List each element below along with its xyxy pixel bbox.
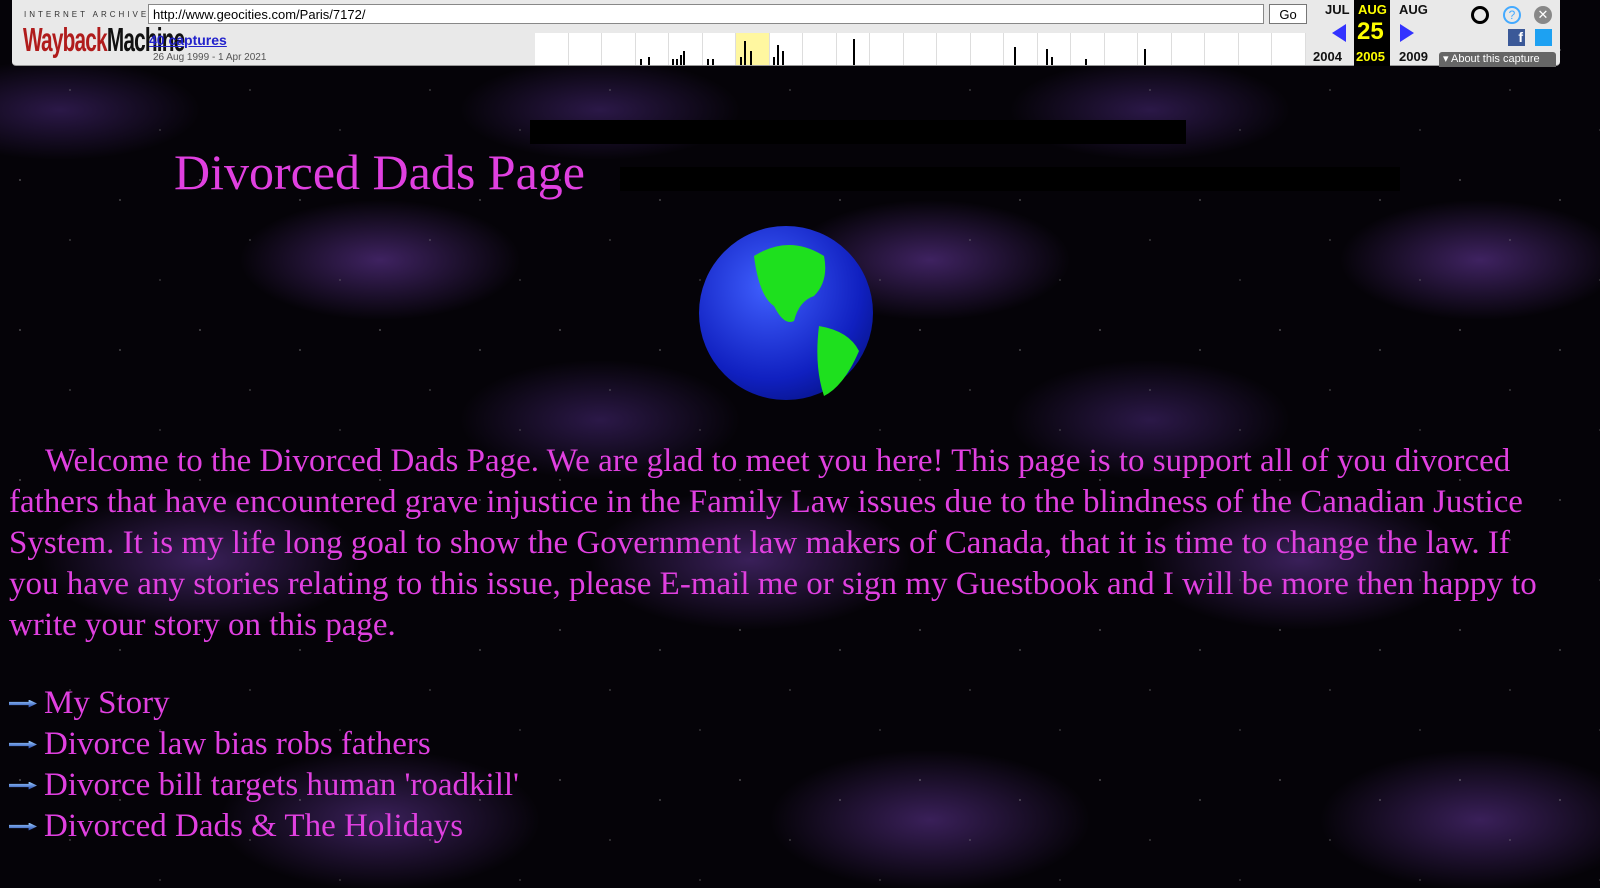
date-range: 26 Aug 1999 - 1 Apr 2021 xyxy=(153,52,267,63)
page-title: Divorced Dads Page xyxy=(174,144,585,200)
intro-text: Welcome to the Divorced Dads Page. We ar… xyxy=(9,443,1537,643)
sparkline-year[interactable] xyxy=(769,33,804,65)
capture-bar xyxy=(852,39,855,65)
sparkline-year[interactable] xyxy=(602,33,636,65)
link-list: My Story Divorce law bias robs fathers D… xyxy=(9,683,519,847)
capture-bar xyxy=(680,55,683,65)
sparkline-year[interactable] xyxy=(1004,33,1038,65)
capture-bar xyxy=(1045,49,1048,65)
capture-bar xyxy=(711,59,714,65)
sparkline-year[interactable] xyxy=(568,33,603,65)
prev-capture-arrow-icon[interactable] xyxy=(1332,24,1346,42)
sparkline-year[interactable] xyxy=(1071,33,1105,65)
capture-bar xyxy=(647,57,650,65)
capture-bar xyxy=(750,51,753,65)
sparkline-year[interactable] xyxy=(1037,33,1072,65)
sparkline-year[interactable] xyxy=(1238,33,1273,65)
logo-top: INTERNET ARCHIVE xyxy=(24,10,150,19)
wayback-toolbar: INTERNET ARCHIVE WaybackMachine Go 40 ca… xyxy=(12,0,1560,67)
about-capture-button[interactable]: ▾ About this capture xyxy=(1439,52,1556,67)
cur-year: 2005 xyxy=(1356,49,1385,64)
twitter-icon[interactable] xyxy=(1535,29,1552,46)
capture-bar xyxy=(772,57,775,65)
sparkline-year[interactable] xyxy=(1138,33,1172,65)
capture-bar xyxy=(1050,57,1053,65)
captures-link[interactable]: 40 captures xyxy=(149,32,227,48)
sparkline-year[interactable] xyxy=(736,33,770,65)
sparkline-year[interactable] xyxy=(803,33,837,65)
user-icon[interactable] xyxy=(1471,6,1489,24)
link-my-story[interactable]: My Story xyxy=(9,683,519,724)
sparkline-year[interactable] xyxy=(635,33,670,65)
link-divorce-law-bias[interactable]: Divorce law bias robs fathers xyxy=(9,724,519,765)
capture-bar xyxy=(781,51,784,65)
next-year[interactable]: 2009 xyxy=(1399,49,1428,64)
capture-bar xyxy=(740,57,743,65)
capture-bar xyxy=(676,59,679,65)
help-icon[interactable]: ? xyxy=(1503,6,1521,24)
capture-bar xyxy=(706,59,709,65)
capture-bar xyxy=(1144,49,1147,65)
facebook-icon[interactable]: f xyxy=(1508,29,1525,46)
prev-year[interactable]: 2004 xyxy=(1313,49,1342,64)
sparkline-year[interactable] xyxy=(669,33,703,65)
decor-band xyxy=(620,167,1400,191)
capture-bar xyxy=(639,59,642,65)
arrow-icon xyxy=(9,740,37,749)
sparkline-year[interactable] xyxy=(903,33,938,65)
sparkline-year[interactable] xyxy=(1171,33,1206,65)
sparkline-year[interactable] xyxy=(702,33,737,65)
capture-sparkline[interactable] xyxy=(535,33,1306,65)
link-holidays[interactable]: Divorced Dads & The Holidays xyxy=(9,806,519,847)
cur-day: 25 xyxy=(1357,18,1384,45)
sparkline-year[interactable] xyxy=(870,33,904,65)
capture-bar xyxy=(744,41,747,65)
sparkline-year[interactable] xyxy=(1205,33,1239,65)
capture-bar xyxy=(1085,59,1088,65)
capture-bar xyxy=(776,45,779,65)
sparkline-year[interactable] xyxy=(937,33,971,65)
next-month[interactable]: AUG xyxy=(1399,2,1428,17)
next-capture-arrow-icon[interactable] xyxy=(1400,24,1414,42)
sparkline-year[interactable] xyxy=(836,33,871,65)
url-input[interactable] xyxy=(148,4,1264,24)
sparkline-year[interactable] xyxy=(1272,33,1306,65)
link-divorce-bill[interactable]: Divorce bill targets human 'roadkill' xyxy=(9,765,519,806)
sparkline-year[interactable] xyxy=(535,33,569,65)
globe-image xyxy=(699,226,873,400)
cur-month: AUG xyxy=(1358,2,1387,17)
arrow-icon xyxy=(9,822,37,831)
capture-bar xyxy=(672,59,675,65)
close-icon[interactable]: ✕ xyxy=(1534,6,1552,24)
prev-month[interactable]: JUL xyxy=(1325,2,1350,17)
go-button[interactable]: Go xyxy=(1269,4,1307,24)
capture-bar xyxy=(1014,47,1017,65)
capture-bar xyxy=(683,51,686,65)
arrow-icon xyxy=(9,781,37,790)
sparkline-year[interactable] xyxy=(1104,33,1139,65)
sparkline-year[interactable] xyxy=(970,33,1005,65)
decor-band xyxy=(530,120,1186,144)
arrow-icon xyxy=(9,699,37,708)
